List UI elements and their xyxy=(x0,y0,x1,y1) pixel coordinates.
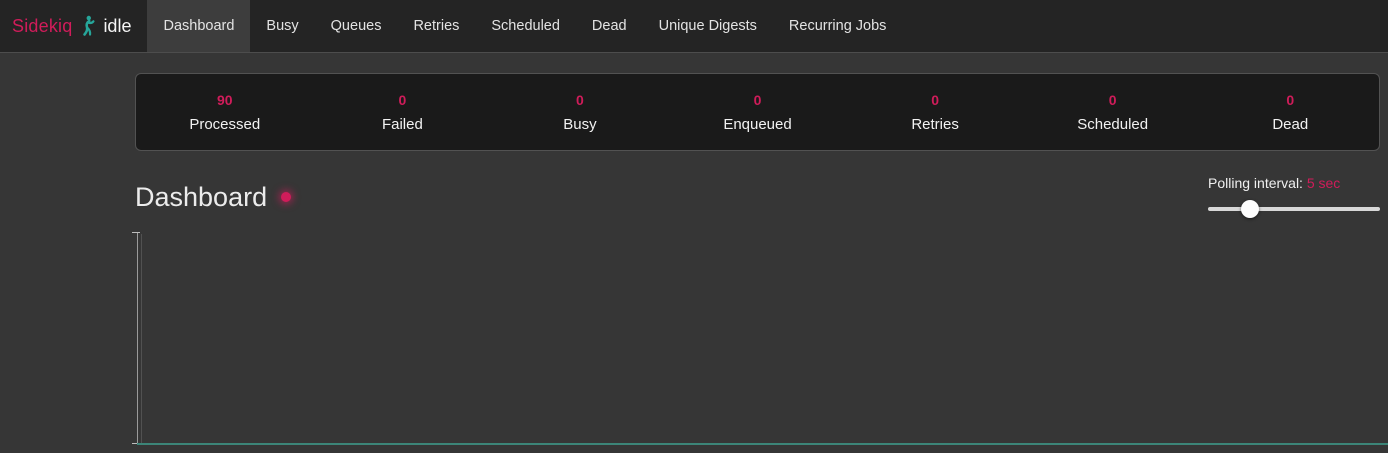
nav-item-busy[interactable]: Busy xyxy=(250,0,314,52)
sidekiq-logo-icon xyxy=(79,14,96,38)
polling-interval-control: Polling interval: 5 sec xyxy=(1208,175,1380,218)
slider-thumb[interactable] xyxy=(1241,200,1259,218)
nav-item-unique-digests[interactable]: Unique Digests xyxy=(643,0,773,52)
brand-sidekiq-link[interactable]: Sidekiq xyxy=(12,16,72,37)
stat-enqueued-label: Enqueued xyxy=(723,116,791,133)
polling-interval-slider[interactable] xyxy=(1208,200,1380,218)
chart-y-axis xyxy=(137,232,138,445)
stat-failed-value: 0 xyxy=(398,92,406,108)
slider-track[interactable] xyxy=(1208,207,1380,211)
realtime-chart xyxy=(135,232,1388,453)
stat-enqueued[interactable]: 0 Enqueued xyxy=(669,74,847,150)
chart-y-axis-minor-line xyxy=(141,234,142,443)
polling-interval-value: 5 sec xyxy=(1307,175,1340,191)
stat-failed[interactable]: 0 Failed xyxy=(314,74,492,150)
page-title: Dashboard xyxy=(135,181,291,213)
top-navbar: Sidekiq idle Dashboard Busy Queues Retri… xyxy=(0,0,1388,53)
stat-scheduled-value: 0 xyxy=(1109,92,1117,108)
process-status-text: idle xyxy=(103,16,131,37)
stat-dead-label: Dead xyxy=(1272,116,1308,133)
nav-item-scheduled[interactable]: Scheduled xyxy=(475,0,576,52)
stat-processed-label: Processed xyxy=(189,116,260,133)
nav-item-dashboard[interactable]: Dashboard xyxy=(147,0,250,52)
stat-busy[interactable]: 0 Busy xyxy=(491,74,669,150)
stat-enqueued-value: 0 xyxy=(754,92,762,108)
polling-interval-text: Polling interval: 5 sec xyxy=(1208,175,1380,191)
stat-busy-value: 0 xyxy=(576,92,584,108)
stat-scheduled[interactable]: 0 Scheduled xyxy=(1024,74,1202,150)
nav-item-recurring-jobs[interactable]: Recurring Jobs xyxy=(773,0,903,52)
page-title-text: Dashboard xyxy=(135,181,267,213)
live-beacon-dot xyxy=(281,192,291,202)
stat-failed-label: Failed xyxy=(382,116,423,133)
stat-processed-value: 90 xyxy=(217,92,233,108)
nav-item-queues[interactable]: Queues xyxy=(315,0,398,52)
stat-dead-value: 0 xyxy=(1286,92,1294,108)
nav-item-dead[interactable]: Dead xyxy=(576,0,643,52)
stat-retries-label: Retries xyxy=(911,116,959,133)
polling-interval-label: Polling interval: xyxy=(1208,175,1303,191)
page-header: Dashboard Polling interval: 5 sec xyxy=(135,181,1380,226)
nav-items: Dashboard Busy Queues Retries Scheduled … xyxy=(147,0,902,52)
chart-flat-line xyxy=(137,443,1388,445)
brand-area[interactable]: Sidekiq idle xyxy=(0,0,147,52)
chart-tick-top xyxy=(132,232,140,233)
stat-retries[interactable]: 0 Retries xyxy=(846,74,1024,150)
stat-scheduled-label: Scheduled xyxy=(1077,116,1148,133)
stat-retries-value: 0 xyxy=(931,92,939,108)
stats-summary-bar: 90 Processed 0 Failed 0 Busy 0 Enqueued … xyxy=(135,73,1380,151)
stat-dead[interactable]: 0 Dead xyxy=(1201,74,1379,150)
nav-item-retries[interactable]: Retries xyxy=(397,0,475,52)
stat-processed[interactable]: 90 Processed xyxy=(136,74,314,150)
stat-busy-label: Busy xyxy=(563,116,596,133)
